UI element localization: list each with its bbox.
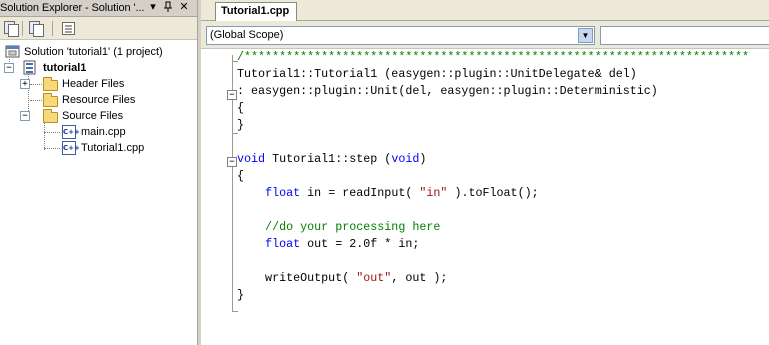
chevron-down-icon[interactable]: ▼: [578, 28, 593, 43]
tree-item-resource-files[interactable]: Resource Files: [0, 92, 197, 108]
code-line: float in = readInput( "in" ).toFloat();: [265, 186, 539, 200]
member-dropdown[interactable]: [600, 26, 769, 45]
code-editor: Tutorial1.cpp (Global Scope) ▼ − − /****…: [201, 0, 769, 345]
view-code-button[interactable]: [59, 20, 77, 36]
code-line: /***************************************…: [237, 49, 749, 66]
string-token: "out": [356, 271, 392, 285]
scope-value: (Global Scope): [210, 29, 284, 41]
keyword-token: float: [265, 186, 301, 200]
tree-item-solution[interactable]: Solution 'tutorial1' (1 project): [0, 44, 197, 60]
tree-item-project[interactable]: − tutorial1: [0, 60, 197, 76]
toolbar-separator: [22, 21, 23, 36]
folder-label: Resource Files: [62, 94, 136, 106]
navigation-bar: (Global Scope) ▼: [201, 21, 769, 49]
tree-item-source-files[interactable]: − Source Files: [0, 108, 197, 124]
folder-icon: [43, 77, 58, 91]
comment-token: //do your processing here: [237, 220, 441, 234]
outlining-end-mark: [232, 311, 238, 312]
solution-explorer-toolbar: [0, 17, 197, 40]
code-line: {: [237, 169, 245, 183]
folder-icon: [43, 93, 58, 107]
close-icon[interactable]: ✕: [178, 1, 190, 14]
cpp-file-icon: C++: [62, 141, 80, 155]
solution-explorer-titlebar: Solution Explorer - Solution '... ▾ ✕: [0, 0, 197, 17]
scope-dropdown[interactable]: (Global Scope) ▼: [206, 26, 595, 45]
show-all-files-button[interactable]: [3, 20, 21, 37]
string-token: "in": [419, 186, 448, 200]
keyword-token: void: [237, 152, 266, 166]
solution-explorer-panel: Solution Explorer - Solution '... ▾ ✕ So…: [0, 0, 197, 345]
keyword-token: float: [265, 237, 301, 251]
tree-item-header-files[interactable]: + Header Files: [0, 76, 197, 92]
project-icon: [22, 60, 38, 75]
folder-open-icon: [43, 109, 58, 123]
tab-tutorial1-cpp[interactable]: Tutorial1.cpp: [215, 2, 297, 21]
expand-toggle-icon[interactable]: +: [20, 79, 30, 89]
code-line: writeOutput( "out", out );: [237, 271, 448, 285]
dropdown-icon[interactable]: ▾: [147, 1, 159, 14]
collapse-toggle-icon[interactable]: −: [20, 111, 30, 121]
code-line: void Tutorial1::step (void): [237, 152, 427, 166]
solution-tree: Solution 'tutorial1' (1 project) − tutor…: [0, 40, 197, 345]
code-line: float out = 2.0f * in;: [265, 237, 420, 251]
collapse-region-icon[interactable]: −: [227, 157, 237, 167]
solution-icon: [5, 45, 21, 59]
comment-token: /***************************************…: [237, 50, 749, 64]
folder-label: Header Files: [62, 78, 125, 90]
code-line: : easygen::plugin::Unit(del, easygen::pl…: [237, 84, 658, 98]
properties-icon[interactable]: [28, 20, 46, 37]
solution-explorer-title: Solution Explorer - Solution '...: [0, 2, 145, 14]
code-line: Tutorial1::Tutorial1 (easygen::plugin::U…: [237, 67, 637, 81]
solution-label: Solution 'tutorial1' (1 project): [24, 46, 163, 58]
code-line: }: [237, 288, 245, 302]
code-area[interactable]: − − /***********************************…: [201, 49, 769, 345]
collapse-toggle-icon[interactable]: −: [4, 63, 14, 73]
cpp-file-icon: C++: [62, 125, 80, 139]
file-label: main.cpp: [81, 126, 126, 138]
code-line: {: [237, 101, 245, 115]
collapse-region-icon[interactable]: −: [227, 90, 237, 100]
code-line: //do your processing here: [237, 219, 440, 236]
tree-item-file[interactable]: C++ main.cpp: [0, 124, 197, 140]
tree-item-file[interactable]: C++ Tutorial1.cpp: [0, 140, 197, 156]
toolbar-separator: [52, 21, 53, 36]
file-label: Tutorial1.cpp: [81, 142, 145, 154]
document-tab-bar: Tutorial1.cpp: [201, 0, 769, 21]
keyword-token: void: [391, 152, 420, 166]
pin-icon[interactable]: [162, 1, 174, 14]
folder-label: Source Files: [62, 110, 124, 122]
project-label: tutorial1: [43, 62, 87, 74]
code-line: }: [237, 118, 245, 132]
